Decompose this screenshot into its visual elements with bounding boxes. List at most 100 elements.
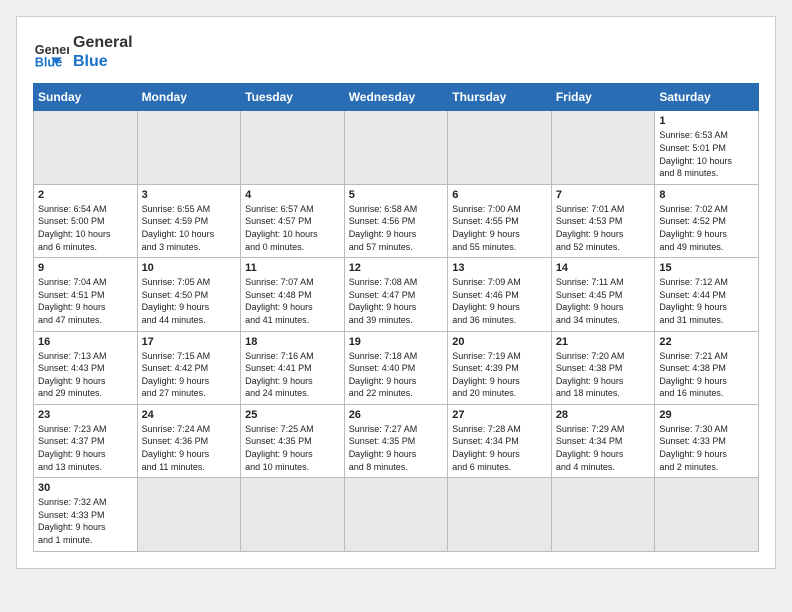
day-number: 10 [142, 262, 237, 274]
day-number: 26 [349, 409, 444, 421]
calendar-cell: 30Sunrise: 7:32 AM Sunset: 4:33 PM Dayli… [34, 478, 138, 551]
calendar-cell: 29 Sunrise: 7:30 AM Sunset: 4:33 PM Dayli… [655, 404, 759, 477]
weekday-header-saturday: Saturday [655, 84, 759, 111]
day-info: Sunrise: 7:16 AM Sunset: 4:41 PM Dayligh… [245, 350, 340, 400]
calendar-cell [655, 478, 759, 551]
calendar-cell: 3 Sunrise: 6:55 AM Sunset: 4:59 PM Daylig… [137, 184, 241, 257]
calendar-week-5: 23 Sunrise: 7:23 AM Sunset: 4:37 PM Dayli… [34, 404, 759, 477]
weekday-header-wednesday: Wednesday [344, 84, 448, 111]
day-info: Sunrise: 7:29 AM Sunset: 4:34 PM Dayligh… [556, 423, 651, 473]
day-info: Sunrise: 7:13 AM Sunset: 4:43 PM Dayligh… [38, 350, 133, 400]
calendar-header: SundayMondayTuesdayWednesdayThursdayFrid… [34, 84, 759, 111]
calendar-week-4: 16 Sunrise: 7:13 AM Sunset: 4:43 PM Dayli… [34, 331, 759, 404]
page-header: General Blue General Blue [33, 33, 759, 71]
day-number: 22 [659, 336, 754, 348]
day-number: 20 [452, 336, 547, 348]
day-number: 3 [142, 189, 237, 201]
calendar-cell: 26 Sunrise: 7:27 AM Sunset: 4:35 PM Dayli… [344, 404, 448, 477]
calendar-cell: 12Sunrise: 7:08 AM Sunset: 4:47 PM Dayli… [344, 258, 448, 331]
calendar-page: General Blue General Blue SundayMondayTu… [16, 16, 776, 569]
day-number: 7 [556, 189, 651, 201]
calendar-cell [448, 478, 552, 551]
calendar-cell: 1 Sunrise: 6:53 AM Sunset: 5:01 PM Daylig… [655, 111, 759, 184]
day-number: 25 [245, 409, 340, 421]
day-info: Sunrise: 6:55 AM Sunset: 4:59 PM Dayligh… [142, 203, 237, 253]
day-info: Sunrise: 6:53 AM Sunset: 5:01 PM Dayligh… [659, 129, 754, 179]
day-info: Sunrise: 7:18 AM Sunset: 4:40 PM Dayligh… [349, 350, 444, 400]
day-info: Sunrise: 7:30 AM Sunset: 4:33 PM Dayligh… [659, 423, 754, 473]
day-info: Sunrise: 7:12 AM Sunset: 4:44 PM Dayligh… [659, 276, 754, 326]
calendar-cell: 28Sunrise: 7:29 AM Sunset: 4:34 PM Dayli… [551, 404, 655, 477]
calendar-cell [344, 478, 448, 551]
calendar-cell: 22 Sunrise: 7:21 AM Sunset: 4:38 PM Dayli… [655, 331, 759, 404]
day-info: Sunrise: 7:09 AM Sunset: 4:46 PM Dayligh… [452, 276, 547, 326]
day-number: 8 [659, 189, 754, 201]
day-number: 15 [659, 262, 754, 274]
day-info: Sunrise: 7:21 AM Sunset: 4:38 PM Dayligh… [659, 350, 754, 400]
logo-icon: General Blue [33, 34, 69, 70]
calendar-cell: 24Sunrise: 7:24 AM Sunset: 4:36 PM Dayli… [137, 404, 241, 477]
calendar-cell: 2 Sunrise: 6:54 AM Sunset: 5:00 PM Daylig… [34, 184, 138, 257]
calendar-cell: 4Sunrise: 6:57 AM Sunset: 4:57 PM Daylig… [241, 184, 345, 257]
day-info: Sunrise: 7:11 AM Sunset: 4:45 PM Dayligh… [556, 276, 651, 326]
day-number: 17 [142, 336, 237, 348]
calendar-cell: 14 Sunrise: 7:11 AM Sunset: 4:45 PM Dayli… [551, 258, 655, 331]
weekday-header-row: SundayMondayTuesdayWednesdayThursdayFrid… [34, 84, 759, 111]
day-info: Sunrise: 7:01 AM Sunset: 4:53 PM Dayligh… [556, 203, 651, 253]
weekday-header-tuesday: Tuesday [241, 84, 345, 111]
calendar-cell: 8 Sunrise: 7:02 AM Sunset: 4:52 PM Daylig… [655, 184, 759, 257]
day-number: 11 [245, 262, 340, 274]
day-info: Sunrise: 7:27 AM Sunset: 4:35 PM Dayligh… [349, 423, 444, 473]
weekday-header-monday: Monday [137, 84, 241, 111]
calendar-cell: 25Sunrise: 7:25 AM Sunset: 4:35 PM Dayli… [241, 404, 345, 477]
day-number: 29 [659, 409, 754, 421]
calendar-cell: 7 Sunrise: 7:01 AM Sunset: 4:53 PM Daylig… [551, 184, 655, 257]
weekday-header-friday: Friday [551, 84, 655, 111]
calendar-cell: 5Sunrise: 6:58 AM Sunset: 4:56 PM Daylig… [344, 184, 448, 257]
calendar-cell: 13 Sunrise: 7:09 AM Sunset: 4:46 PM Dayli… [448, 258, 552, 331]
day-info: Sunrise: 7:28 AM Sunset: 4:34 PM Dayligh… [452, 423, 547, 473]
day-info: Sunrise: 7:02 AM Sunset: 4:52 PM Dayligh… [659, 203, 754, 253]
day-number: 27 [452, 409, 547, 421]
day-info: Sunrise: 7:08 AM Sunset: 4:47 PM Dayligh… [349, 276, 444, 326]
day-number: 21 [556, 336, 651, 348]
calendar-cell: 21Sunrise: 7:20 AM Sunset: 4:38 PM Dayli… [551, 331, 655, 404]
day-info: Sunrise: 7:07 AM Sunset: 4:48 PM Dayligh… [245, 276, 340, 326]
logo: General Blue General Blue [33, 33, 133, 71]
calendar-cell [241, 111, 345, 184]
calendar-cell [34, 111, 138, 184]
calendar-cell [551, 478, 655, 551]
calendar-cell [448, 111, 552, 184]
day-info: Sunrise: 7:00 AM Sunset: 4:55 PM Dayligh… [452, 203, 547, 253]
day-info: Sunrise: 6:58 AM Sunset: 4:56 PM Dayligh… [349, 203, 444, 253]
calendar-week-2: 2 Sunrise: 6:54 AM Sunset: 5:00 PM Daylig… [34, 184, 759, 257]
day-number: 6 [452, 189, 547, 201]
calendar-week-1: 1 Sunrise: 6:53 AM Sunset: 5:01 PM Daylig… [34, 111, 759, 184]
day-number: 1 [659, 115, 754, 127]
logo-general: General [73, 33, 133, 52]
day-info: Sunrise: 6:54 AM Sunset: 5:00 PM Dayligh… [38, 203, 133, 253]
calendar-cell: 17Sunrise: 7:15 AM Sunset: 4:42 PM Dayli… [137, 331, 241, 404]
day-info: Sunrise: 7:05 AM Sunset: 4:50 PM Dayligh… [142, 276, 237, 326]
calendar-cell: 15 Sunrise: 7:12 AM Sunset: 4:44 PM Dayli… [655, 258, 759, 331]
day-number: 18 [245, 336, 340, 348]
calendar-cell: 23 Sunrise: 7:23 AM Sunset: 4:37 PM Dayli… [34, 404, 138, 477]
calendar-week-3: 9Sunrise: 7:04 AM Sunset: 4:51 PM Daylig… [34, 258, 759, 331]
day-number: 23 [38, 409, 133, 421]
calendar-cell [241, 478, 345, 551]
calendar-cell [137, 111, 241, 184]
day-info: Sunrise: 7:32 AM Sunset: 4:33 PM Dayligh… [38, 496, 133, 546]
day-info: Sunrise: 7:24 AM Sunset: 4:36 PM Dayligh… [142, 423, 237, 473]
calendar-cell: 27 Sunrise: 7:28 AM Sunset: 4:34 PM Dayli… [448, 404, 552, 477]
calendar-cell: 18 Sunrise: 7:16 AM Sunset: 4:41 PM Dayli… [241, 331, 345, 404]
day-number: 14 [556, 262, 651, 274]
day-number: 2 [38, 189, 133, 201]
calendar-cell: 10 Sunrise: 7:05 AM Sunset: 4:50 PM Dayli… [137, 258, 241, 331]
day-info: Sunrise: 7:23 AM Sunset: 4:37 PM Dayligh… [38, 423, 133, 473]
calendar-cell: 9Sunrise: 7:04 AM Sunset: 4:51 PM Daylig… [34, 258, 138, 331]
calendar-cell [344, 111, 448, 184]
calendar-table: SundayMondayTuesdayWednesdayThursdayFrid… [33, 83, 759, 551]
calendar-cell [551, 111, 655, 184]
day-number: 13 [452, 262, 547, 274]
day-number: 16 [38, 336, 133, 348]
